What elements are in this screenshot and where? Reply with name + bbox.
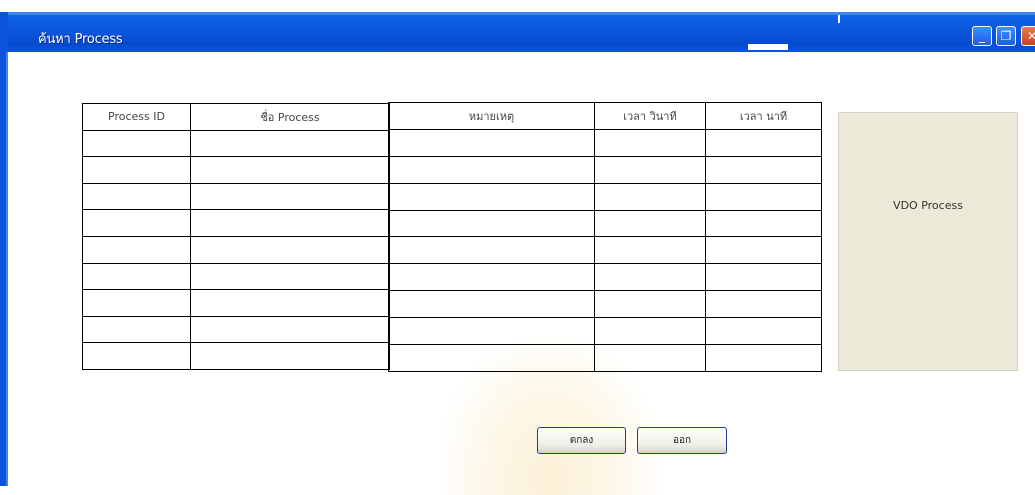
maximize-button[interactable]: ❐ bbox=[996, 26, 1016, 46]
table-cell[interactable] bbox=[190, 156, 390, 184]
table-cell[interactable] bbox=[190, 342, 390, 370]
table-cell[interactable] bbox=[594, 290, 706, 319]
table-row[interactable] bbox=[388, 263, 822, 292]
table-cell[interactable] bbox=[594, 209, 706, 238]
table-row[interactable] bbox=[82, 315, 390, 344]
video-panel-label: VDO Process bbox=[893, 199, 963, 212]
table-cell[interactable] bbox=[388, 290, 595, 319]
table-cell[interactable] bbox=[705, 155, 822, 184]
table-cell[interactable] bbox=[594, 155, 706, 184]
table-row[interactable] bbox=[82, 235, 390, 264]
table-cell[interactable] bbox=[388, 236, 595, 265]
table-cell[interactable] bbox=[594, 263, 706, 292]
table-cell[interactable] bbox=[82, 342, 191, 370]
table-cell[interactable] bbox=[388, 128, 595, 157]
table-header-row: หมายเหตุ เวลา วินาที เวลา นาที bbox=[388, 102, 822, 130]
table-cell[interactable] bbox=[594, 182, 706, 211]
table-row[interactable] bbox=[82, 182, 390, 211]
table-cell[interactable] bbox=[82, 235, 191, 264]
table-row[interactable] bbox=[82, 129, 390, 158]
title-bar[interactable]: ค้นหา Process _ ❐ ✕ bbox=[8, 12, 1035, 52]
table-cell[interactable] bbox=[705, 209, 822, 238]
header-process-name: ชื่อ Process bbox=[190, 103, 390, 131]
table-row[interactable] bbox=[388, 290, 822, 319]
window-title: ค้นหา Process bbox=[38, 32, 123, 47]
table-row[interactable] bbox=[82, 262, 390, 291]
table-row[interactable] bbox=[82, 156, 390, 184]
minimize-button[interactable]: _ bbox=[972, 26, 992, 46]
table-cell[interactable] bbox=[388, 317, 595, 346]
table-cell[interactable] bbox=[82, 289, 191, 317]
table-cell[interactable] bbox=[388, 182, 595, 211]
window-left-border bbox=[0, 12, 8, 486]
table-cell[interactable] bbox=[705, 182, 822, 211]
table-cell[interactable] bbox=[388, 209, 595, 238]
video-panel[interactable]: VDO Process bbox=[838, 112, 1018, 371]
table-cell[interactable] bbox=[82, 315, 191, 344]
table-cell[interactable] bbox=[705, 290, 822, 319]
table-cell[interactable] bbox=[705, 128, 822, 157]
table-cell[interactable] bbox=[594, 236, 706, 265]
table-cell[interactable] bbox=[388, 155, 595, 184]
close-button[interactable]: ✕ bbox=[1021, 26, 1035, 46]
process-table-left: Process ID ชื่อ Process bbox=[82, 103, 390, 370]
table-cell[interactable] bbox=[388, 263, 595, 292]
ok-button[interactable]: ตกลง bbox=[537, 427, 626, 454]
table-cell[interactable] bbox=[705, 344, 822, 372]
table-row[interactable] bbox=[82, 209, 390, 237]
table-cell[interactable] bbox=[82, 262, 191, 291]
title-bar-notch bbox=[748, 44, 788, 50]
header-process-id: Process ID bbox=[82, 103, 191, 131]
table-cell[interactable] bbox=[82, 182, 191, 211]
table-row[interactable] bbox=[82, 289, 390, 317]
table-cell[interactable] bbox=[594, 317, 706, 346]
table-cell[interactable] bbox=[388, 344, 595, 372]
table-cell[interactable] bbox=[705, 236, 822, 265]
table-row[interactable] bbox=[388, 236, 822, 265]
table-cell[interactable] bbox=[190, 182, 390, 211]
exit-button[interactable]: ออก bbox=[637, 427, 727, 454]
table-row[interactable] bbox=[82, 342, 390, 370]
table-cell[interactable] bbox=[190, 289, 390, 317]
table-cell[interactable] bbox=[82, 129, 191, 158]
header-note: หมายเหตุ bbox=[388, 102, 595, 130]
table-cell[interactable] bbox=[705, 263, 822, 292]
table-header-row: Process ID ชื่อ Process bbox=[82, 103, 390, 131]
table-cell[interactable] bbox=[190, 129, 390, 158]
table-cell[interactable] bbox=[190, 235, 390, 264]
table-cell[interactable] bbox=[190, 262, 390, 291]
table-cell[interactable] bbox=[190, 209, 390, 237]
table-cell[interactable] bbox=[594, 344, 706, 372]
table-row[interactable] bbox=[388, 128, 822, 157]
table-row[interactable] bbox=[388, 155, 822, 184]
table-cell[interactable] bbox=[82, 209, 191, 237]
table-cell[interactable] bbox=[705, 317, 822, 346]
header-time-seconds: เวลา วินาที bbox=[594, 102, 706, 130]
table-cell[interactable] bbox=[594, 128, 706, 157]
table-row[interactable] bbox=[388, 344, 822, 372]
process-table-right: หมายเหตุ เวลา วินาที เวลา นาที bbox=[388, 102, 822, 372]
title-bar-tick bbox=[838, 15, 840, 23]
table-row[interactable] bbox=[388, 182, 822, 211]
header-time-minutes: เวลา นาที bbox=[705, 102, 822, 130]
table-cell[interactable] bbox=[190, 315, 390, 344]
table-row[interactable] bbox=[388, 209, 822, 238]
table-cell[interactable] bbox=[82, 156, 191, 184]
table-row[interactable] bbox=[388, 317, 822, 346]
